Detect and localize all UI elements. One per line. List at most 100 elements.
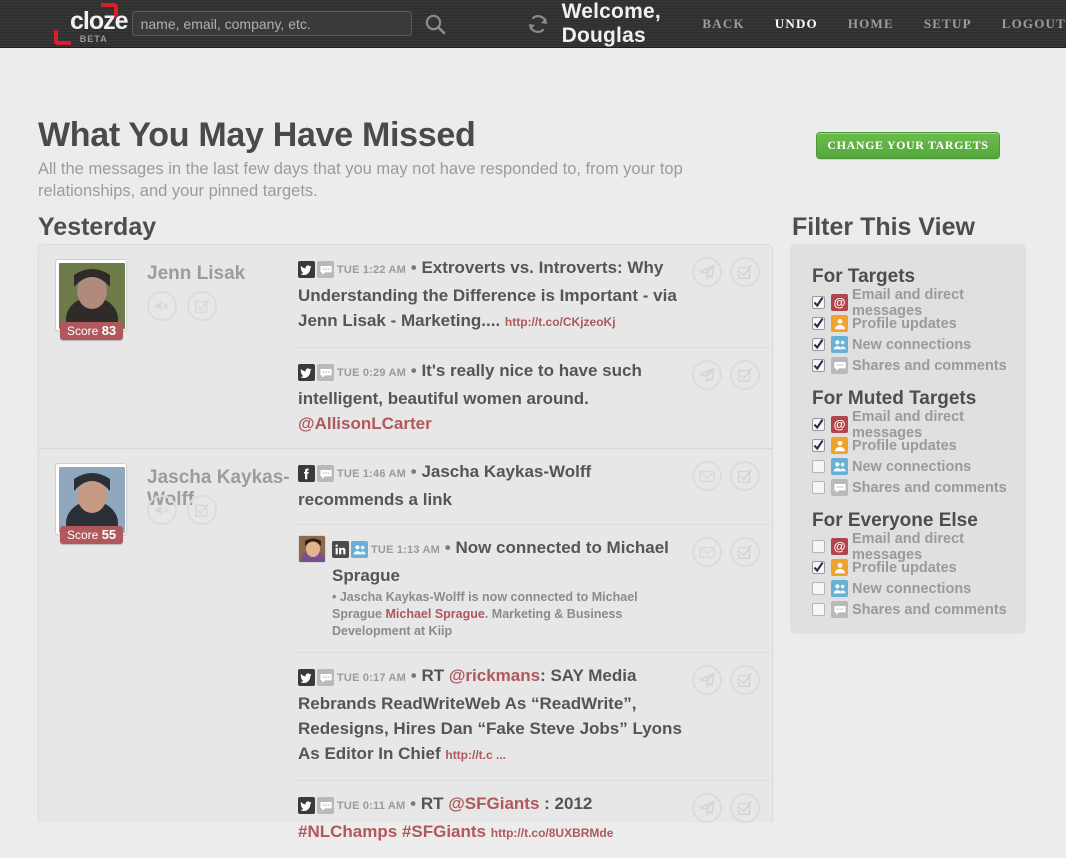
search-area (131, 11, 448, 37)
message-mention[interactable]: @AllisonLCarter (298, 414, 432, 433)
cloze-logo[interactable]: cloze BETA (54, 2, 129, 45)
filter-checkbox[interactable] (812, 460, 825, 473)
send-icon[interactable] (692, 665, 722, 695)
send-icon[interactable] (692, 793, 722, 823)
filter-checkbox[interactable] (812, 481, 825, 494)
filter-checkbox[interactable] (812, 582, 825, 595)
filter-row[interactable]: @ Email and direct messages (812, 287, 1026, 319)
filter-row[interactable]: New connections (812, 456, 1026, 477)
filter-checkbox[interactable] (812, 418, 825, 431)
mark-done-icon[interactable] (187, 291, 217, 321)
comment-icon (831, 357, 848, 374)
message-body: TUE 0:11 AM • RT @SFGiants : 2012 #NLCha… (298, 791, 692, 846)
filter-row[interactable]: New connections (812, 578, 1026, 599)
avatar-image (59, 263, 125, 329)
filter-row-label: Profile updates (852, 315, 957, 332)
filter-row[interactable]: New connections (812, 334, 1026, 355)
source-icons (298, 261, 334, 278)
message-mention[interactable]: @rickmans (449, 666, 540, 685)
nav-setup[interactable]: SETUP (924, 16, 972, 32)
mark-done-icon[interactable] (730, 665, 760, 695)
filter-checkbox[interactable] (812, 439, 825, 452)
source-icons (332, 541, 368, 558)
message-row: TUE 0:17 AM • RT @rickmans: SAY Media Re… (294, 652, 772, 780)
message-hashtag[interactable]: #NLChamps (298, 822, 397, 841)
day-section-label: Yesterday (38, 213, 157, 241)
filter-row[interactable]: @ Email and direct messages (812, 531, 1026, 563)
message-subtext-link[interactable]: Michael Sprague (386, 607, 485, 621)
filter-row-label: Email and direct messages (852, 408, 965, 441)
mark-done-icon[interactable] (187, 495, 217, 525)
filter-checkbox[interactable] (812, 561, 825, 574)
connection-icon (831, 336, 848, 353)
message-body: TUE 1:46 AM • Jascha Kaykas-Wolff recomm… (298, 459, 692, 512)
filter-row-label: Shares and comments (852, 479, 1007, 496)
source-icons (298, 797, 334, 814)
svg-text:@: @ (834, 418, 846, 432)
message-actions (692, 791, 760, 823)
person-summary: Score 55 Jascha Kaykas-Wolff (39, 449, 294, 858)
mark-done-icon[interactable] (730, 461, 760, 491)
message-link[interactable]: http://t.co/CKjzeoKj (505, 315, 616, 329)
message-mention[interactable]: @SFGiants (448, 794, 539, 813)
filter-checkbox[interactable] (812, 338, 825, 351)
person-name[interactable]: Jenn Lisak (147, 263, 245, 285)
message-hashtag[interactable]: #SFGiants (402, 822, 486, 841)
mute-icon[interactable] (147, 495, 177, 525)
message-actions (692, 535, 760, 567)
filter-checkbox[interactable] (812, 296, 825, 309)
nav-home[interactable]: HOME (848, 16, 894, 32)
mark-done-icon[interactable] (730, 360, 760, 390)
mute-icon[interactable] (147, 291, 177, 321)
filter-checkbox[interactable] (812, 603, 825, 616)
comment-icon (317, 797, 334, 814)
message-body: TUE 1:22 AM • Extroverts vs. Introverts:… (298, 255, 692, 335)
filter-checkbox[interactable] (812, 540, 825, 553)
filter-row[interactable]: Shares and comments (812, 477, 1026, 498)
filter-row[interactable]: @ Email and direct messages (812, 409, 1026, 441)
score-value: 55 (101, 527, 117, 542)
nav-back[interactable]: BACK (702, 16, 744, 32)
message-bullet: • (405, 794, 421, 813)
person-block: Score 83 Jenn Lisak TUE 1:22 AM • Extrover… (39, 245, 772, 448)
email-icon[interactable] (692, 537, 722, 567)
source-icons (298, 364, 334, 381)
refresh-icon[interactable] (526, 11, 550, 37)
search-input[interactable] (131, 11, 412, 36)
message-bullet: • (406, 361, 422, 380)
person-summary: Score 83 Jenn Lisak (39, 245, 294, 448)
message-bullet: • (406, 258, 422, 277)
message-timestamp: TUE 1:22 AM (337, 264, 407, 276)
change-targets-button[interactable]: CHANGE YOUR TARGETS (816, 132, 1000, 159)
filter-row[interactable]: Shares and comments (812, 599, 1026, 620)
filter-panel-title: Filter This View (792, 213, 975, 241)
filter-checkbox[interactable] (812, 317, 825, 330)
email-icon[interactable] (692, 461, 722, 491)
mark-done-icon[interactable] (730, 257, 760, 287)
mark-done-icon[interactable] (730, 537, 760, 567)
nav-undo[interactable]: UNDO (775, 16, 818, 32)
message-text: TUE 0:11 AM • RT @SFGiants : 2012 #NLCha… (298, 791, 686, 846)
send-icon[interactable] (692, 257, 722, 287)
mark-done-icon[interactable] (730, 793, 760, 823)
filter-checkbox[interactable] (812, 359, 825, 372)
logo-bracket-bottom-left (54, 29, 71, 45)
message-prefix: RT (421, 666, 449, 685)
welcome-message: Welcome, Douglas (561, 0, 661, 47)
message-thumbnail (298, 535, 326, 563)
filter-group: For Everyone Else @ Email and direct messa… (790, 498, 1026, 620)
avatar[interactable]: Score 55 (55, 463, 127, 544)
message-link[interactable]: http://t.co/8UXBRMde (491, 826, 614, 840)
send-icon[interactable] (692, 360, 722, 390)
message-link[interactable]: http://t.c ... (445, 748, 506, 762)
nav-logout[interactable]: LOGOUT (1002, 16, 1066, 32)
connection-icon (351, 541, 368, 558)
filter-group-heading: For Muted Targets (812, 388, 977, 409)
avatar[interactable]: Score 83 (55, 259, 127, 340)
filter-row[interactable]: Shares and comments (812, 355, 1026, 376)
logo-wordmark: cloze (70, 6, 129, 35)
message-timestamp: TUE 0:29 AM (337, 367, 407, 379)
message-text: TUE 0:29 AM • It's really nice to have s… (298, 358, 686, 436)
at-icon: @ (831, 416, 848, 433)
search-icon[interactable] (422, 11, 448, 37)
